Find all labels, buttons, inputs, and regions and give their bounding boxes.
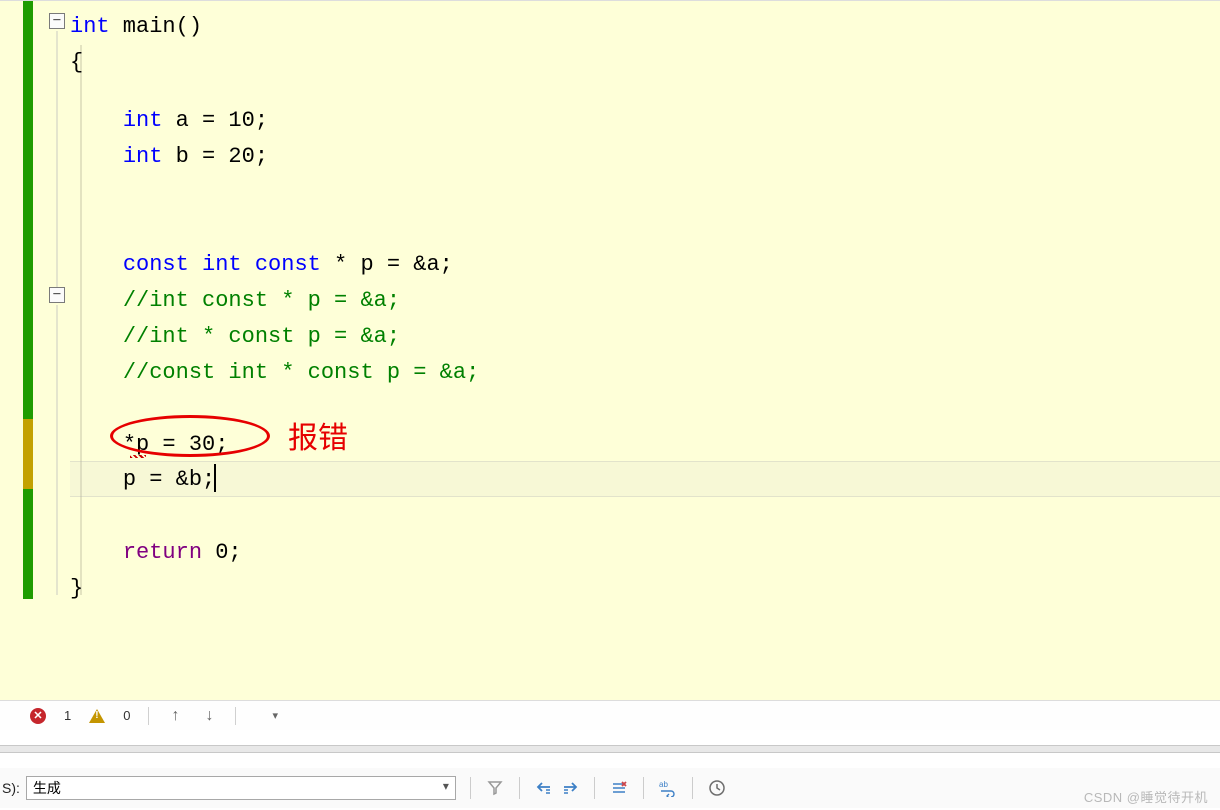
- separator: [148, 707, 149, 725]
- fold-toggle-function[interactable]: −: [49, 13, 65, 29]
- separator: [235, 707, 236, 725]
- error-count[interactable]: 1: [64, 708, 71, 723]
- separator: [692, 777, 693, 799]
- svg-text:ab: ab: [659, 780, 668, 789]
- fold-toggle-block[interactable]: −: [49, 287, 65, 303]
- output-toolbar: S): ab: [0, 768, 1220, 808]
- chevron-down-icon[interactable]: ▾: [272, 709, 278, 722]
- status-bar: ✕ 1 0 ↑ ↓ ▾: [0, 700, 1220, 730]
- code-line: }: [70, 571, 1220, 607]
- warning-icon[interactable]: [89, 709, 105, 723]
- code-line: int b = 20;: [70, 139, 1220, 175]
- code-line-comment: //const int * const p = &a;: [70, 355, 1220, 391]
- goto-next-icon[interactable]: [560, 778, 580, 798]
- code-area[interactable]: int main() { int a = 10; int b = 20; con…: [70, 1, 1220, 701]
- error-icon[interactable]: ✕: [30, 708, 46, 724]
- warning-count[interactable]: 0: [123, 708, 130, 723]
- change-margin-green: [23, 1, 33, 599]
- fold-line: [56, 305, 58, 595]
- timestamp-icon[interactable]: [707, 778, 727, 798]
- goto-prev-icon[interactable]: [534, 778, 554, 798]
- panel-separator: [0, 745, 1220, 753]
- code-editor[interactable]: − − int main() { int a = 10; int b = 20;…: [0, 0, 1220, 700]
- code-line: const int const * p = &a;: [70, 247, 1220, 283]
- separator: [643, 777, 644, 799]
- code-line: return 0;: [70, 535, 1220, 571]
- code-line-comment: //int const * p = &a;: [70, 283, 1220, 319]
- annotation-text: 报错: [288, 413, 348, 457]
- separator: [470, 777, 471, 799]
- filter-icon[interactable]: [485, 778, 505, 798]
- watermark: CSDN @睡觉待开机: [1084, 787, 1208, 806]
- output-source-label: S):: [2, 780, 20, 796]
- text-cursor: [214, 464, 216, 492]
- word-wrap-icon[interactable]: ab: [658, 778, 678, 798]
- code-line: {: [70, 45, 1220, 81]
- code-line: int a = 10;: [70, 103, 1220, 139]
- fold-line: [56, 31, 58, 291]
- error-squiggle: [130, 455, 146, 458]
- prev-arrow-icon[interactable]: ↑: [167, 707, 183, 725]
- code-line-comment: //int * const p = &a;: [70, 319, 1220, 355]
- output-source-select-wrap: [26, 776, 456, 800]
- output-source-select[interactable]: [26, 776, 456, 800]
- code-line: int main(): [70, 9, 1220, 45]
- separator: [519, 777, 520, 799]
- clear-icon[interactable]: [609, 778, 629, 798]
- code-line-current: p = &b;: [70, 461, 1220, 497]
- separator: [594, 777, 595, 799]
- next-arrow-icon[interactable]: ↓: [201, 707, 217, 725]
- annotation-ellipse: [110, 415, 270, 457]
- change-margin-yellow: [23, 419, 33, 489]
